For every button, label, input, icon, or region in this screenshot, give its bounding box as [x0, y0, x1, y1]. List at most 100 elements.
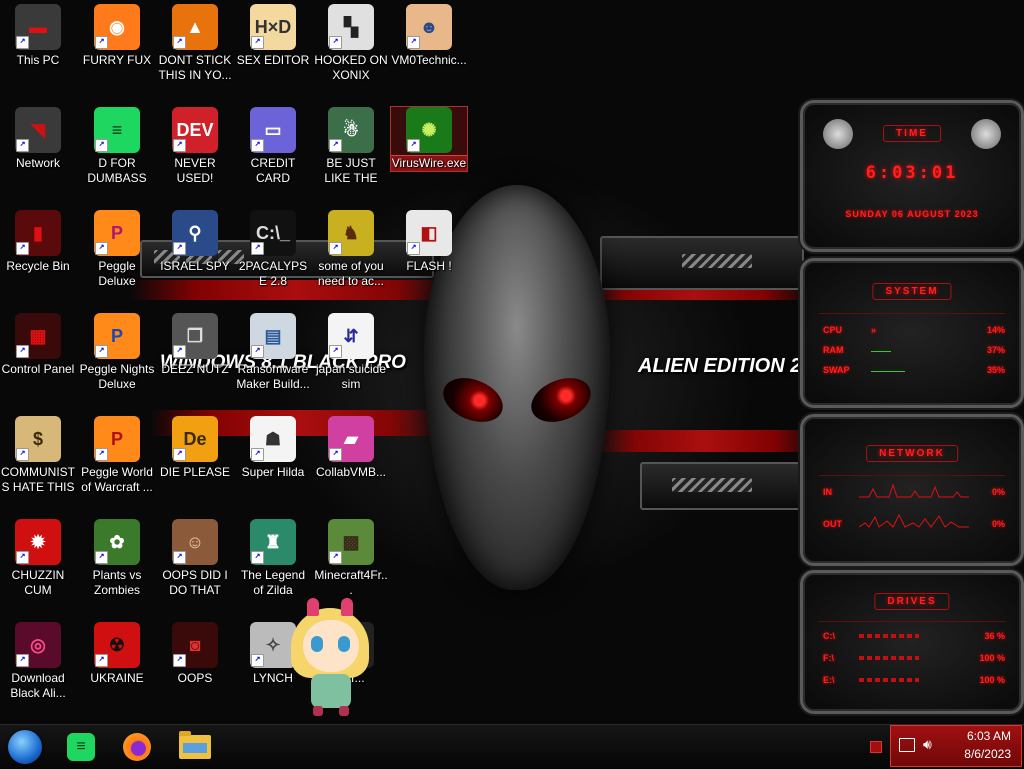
tray-overflow-icon[interactable]	[870, 741, 882, 753]
desktop-icon-label: Peggle Nights Deluxe	[79, 362, 155, 391]
icon-ransomware-maker[interactable]: ▤ ↗ Ransomware Maker Build...	[235, 313, 311, 392]
desktop-icon-label: DIE PLEASE	[159, 465, 231, 479]
icon-plants-vs-zombies[interactable]: ✿ ↗ Plants vs Zombies	[79, 519, 155, 598]
desktop-icon-label: Peggle Deluxe	[98, 259, 136, 288]
icon-sex-editor[interactable]: H×D ↗ SEX EDITOR	[235, 4, 311, 68]
icon-peggle-world[interactable]: P ↗ Peggle World of Warcraft ...	[79, 416, 155, 495]
shortcut-arrow-icon: ↗	[173, 551, 186, 564]
icon-collabvmb[interactable]: ▰ ↗ CollabVMB...	[313, 416, 389, 480]
shortcut-arrow-icon: ↗	[16, 345, 29, 358]
icon-furry-fux[interactable]: ◉ ↗ FURRY FUX	[79, 4, 155, 68]
system-row-swap: SWAP 35%	[823, 365, 1005, 375]
icon-japan-suicide-sim[interactable]: ⇵ ↗ japan suicide sim	[313, 313, 389, 392]
shortcut-arrow-icon: ↗	[173, 654, 186, 667]
icon-peggle-nights[interactable]: P ↗ Peggle Nights Deluxe	[79, 313, 155, 392]
icon-control-panel[interactable]: ▦ ↗ Control Panel	[0, 313, 76, 377]
drives-gadget[interactable]: DRIVES C:\ 36 % F:\ 100 % E:\ 100 %	[800, 570, 1024, 714]
taskbar-clock-time[interactable]: 6:03 AM	[967, 729, 1011, 743]
volume-icon[interactable]: 🔊︎	[923, 736, 932, 752]
icon-super-hilda[interactable]: ☗ ↗ Super Hilda	[235, 416, 311, 480]
time-gadget[interactable]: TIME 6:03:01 SUNDAY 06 AUGUST 2023	[800, 100, 1024, 252]
icon-dont-stick[interactable]: ▲ ↗ DONT STICK THIS IN YO...	[157, 4, 233, 83]
taskbar-file-explorer[interactable]	[176, 729, 214, 765]
drive-row-c: C:\ 36 %	[823, 631, 1005, 641]
network-gadget[interactable]: NETWORK IN 0% OUT 0%	[800, 414, 1024, 566]
shortcut-arrow-icon: ↗	[16, 551, 29, 564]
taskbar-firefox[interactable]	[118, 729, 156, 765]
icon-deez-nutz[interactable]: ❐ ↗ DEEZ NUTZ	[157, 313, 233, 377]
icon-plants-vs-zombies-image-icon: ✿ ↗	[94, 519, 140, 565]
icon-viruswire[interactable]: ✺ ↗ VirusWire.exe	[390, 106, 468, 172]
desktop-icon-label: Network	[15, 156, 60, 170]
desktop-icon-label: OOPS	[177, 671, 213, 685]
icon-this-pc[interactable]: ▬ ↗ This PC	[0, 4, 76, 68]
icon-hooked-on-xonix[interactable]: ▚ ↗ HOOKED ON XONIX	[313, 4, 389, 83]
icon-die-please[interactable]: De ↗ DIE PLEASE	[157, 416, 233, 480]
icon-vm0technic[interactable]: ☻ ↗ VM0Technic...	[391, 4, 467, 68]
shortcut-arrow-icon: ↗	[251, 139, 264, 152]
icon-oops-did-i[interactable]: ☺ ↗ OOPS DID I DO THAT	[157, 519, 233, 598]
icon-2pacalypse[interactable]: C:\_ ↗ 2PACALYPSE 2.8	[235, 210, 311, 289]
wallpaper-text-right: ALIEN EDITION 20	[638, 355, 813, 377]
shortcut-arrow-icon: ↗	[16, 36, 29, 49]
network-tray-icon[interactable]	[899, 738, 915, 752]
shortcut-arrow-icon: ↗	[16, 448, 29, 461]
shortcut-arrow-icon: ↗	[95, 345, 108, 358]
desktop-icon-label: NEVER USED!	[174, 156, 216, 185]
drive-row-e: E:\ 100 %	[823, 675, 1005, 685]
icon-peggle-nights-image-icon: P ↗	[94, 313, 140, 359]
icon-control-panel-image-icon: ▦ ↗	[15, 313, 61, 359]
shortcut-arrow-icon: ↗	[407, 139, 420, 152]
icon-be-just-like[interactable]: ☃↗ BE JUST LIKE THE DUDE!	[313, 107, 389, 186]
shortcut-arrow-icon: ↗	[329, 345, 342, 358]
system-row-ram: RAM 37%	[823, 345, 1005, 355]
icon-recycle-bin[interactable]: ▮ ↗ Recycle Bin	[0, 210, 76, 274]
desktop-icon-label: VirusWire.exe	[390, 155, 468, 172]
icon-dont-stick-image-icon: ▲ ↗	[172, 4, 218, 50]
desktop-icon-label: SEX EDITOR	[236, 53, 310, 67]
taskbar-clock-date[interactable]: 8/6/2023	[964, 747, 1011, 761]
icon-download-black-ali[interactable]: ◎ ↗ Download Black Ali...	[0, 622, 76, 701]
desktop-icon-label: The Legend of Zilda	[240, 568, 306, 597]
desktop-icon-label: Peggle World of Warcraft ...	[81, 465, 153, 494]
icon-oops[interactable]: ◙ ↗ OOPS	[157, 622, 233, 686]
system-gadget[interactable]: SYSTEM CPU » 14% RAM 37% SWAP 35%	[800, 258, 1024, 408]
icon-d-for-dumbass[interactable]: ≡ ↗ D FOR DUMBASS	[79, 107, 155, 186]
icon-some-of-you[interactable]: ♞ ↗ some of you need to ac...	[313, 210, 389, 289]
icon-peggle-deluxe[interactable]: P ↗ Peggle Deluxe	[79, 210, 155, 289]
shortcut-arrow-icon: ↗	[95, 654, 108, 667]
icon-chuzzin-cum[interactable]: ✹ ↗ CHUZZIN CUM	[0, 519, 76, 598]
icon-never-used[interactable]: DEV ↗ NEVER USED!	[157, 107, 233, 186]
shortcut-arrow-icon: ↗	[16, 242, 29, 255]
icon-never-used-image-icon: DEV ↗	[172, 107, 218, 153]
alien-logo-right-icon	[971, 119, 1001, 149]
icon-ukraine[interactable]: ☢ ↗ UKRAINE	[79, 622, 155, 686]
system-row-cpu: CPU » 14%	[823, 325, 1005, 335]
icon-minecraft4fr[interactable]: ▩ ↗ Minecraft4Fr...	[313, 519, 389, 598]
shortcut-arrow-icon: ↗	[329, 139, 342, 152]
icon-legend-of-zilda[interactable]: ♜ ↗ The Legend of Zilda	[235, 519, 311, 598]
shortcut-arrow-icon: ↗	[173, 242, 186, 255]
shortcut-arrow-icon: ↗	[95, 242, 108, 255]
desktop-icon-label: Recycle Bin	[6, 259, 70, 273]
icon-communists[interactable]: $↗ COMMUNISTS HATE THIS G...	[0, 416, 76, 495]
desktop-icon-label: DONT STICK THIS IN YO...	[158, 53, 232, 82]
icon-credit-card-checker[interactable]: ▭↗ CREDIT CARD CHECKER	[235, 107, 311, 186]
start-button[interactable]	[6, 729, 44, 765]
icon-oops-image-icon: ◙ ↗	[172, 622, 218, 668]
shortcut-arrow-icon: ↗	[173, 345, 186, 358]
desktop-icon-label: CHUZZIN CUM	[11, 568, 65, 597]
icon-hooked-on-xonix-image-icon: ▚ ↗	[328, 4, 374, 50]
desktop: WINDOWS 8.1 BLACK PRO ALIEN EDITION 20 ▬…	[0, 0, 1024, 724]
desktop-icon-label: OOPS DID I DO THAT	[162, 568, 228, 597]
taskbar-d-for-dumbass[interactable]: ≡	[62, 729, 100, 765]
desktop-icon-label: FURRY FUX	[82, 53, 152, 67]
icon-israel-spy[interactable]: ⚲ ↗ ISRAEL SPY	[157, 210, 233, 274]
icon-deez-nutz-image-icon: ❐ ↗	[172, 313, 218, 359]
shortcut-arrow-icon: ↗	[95, 139, 108, 152]
shortcut-arrow-icon: ↗	[95, 448, 108, 461]
network-row-out: OUT 0%	[823, 513, 1005, 529]
icon-flash[interactable]: ◧ ↗ FLASH !	[391, 210, 467, 274]
icon-network[interactable]: ◥ ↗ Network	[0, 107, 76, 171]
shortcut-arrow-icon: ↗	[95, 36, 108, 49]
